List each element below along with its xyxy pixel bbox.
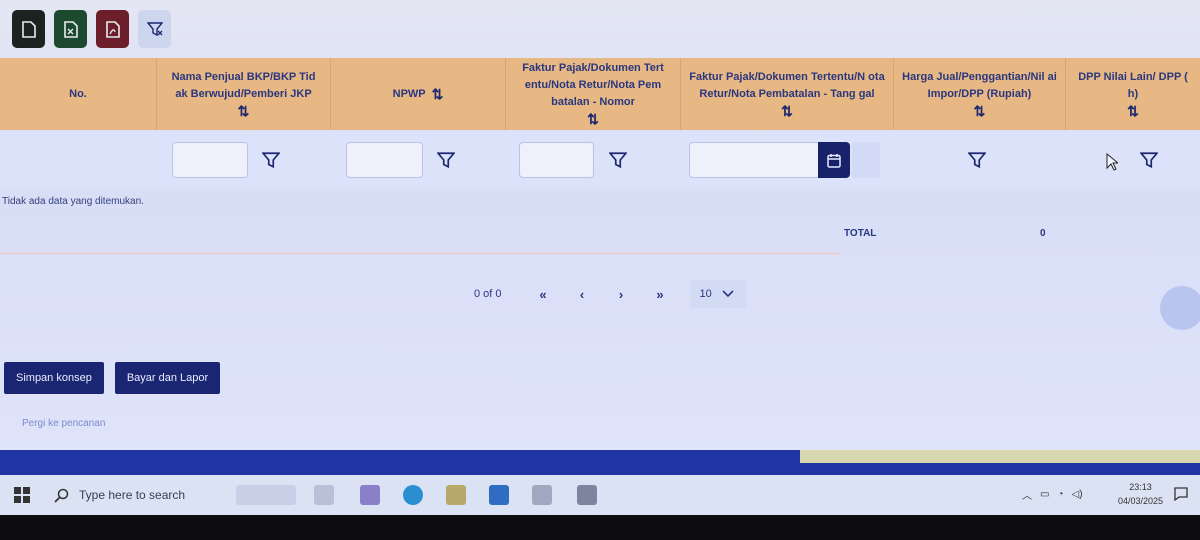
- edge-browser-icon[interactable]: [403, 485, 423, 505]
- column-label: No.: [69, 87, 87, 100]
- table-header: No. Nama Penjual BKP/BKP Tid ak Berwujud…: [0, 58, 1200, 130]
- doc-date-filter-input[interactable]: [689, 142, 819, 178]
- column-label: Harga Jual/Penggantian/Nil ai Impor/DPP …: [902, 70, 1057, 100]
- weather-widget-icon[interactable]: [236, 485, 296, 505]
- filter-icon[interactable]: [968, 151, 986, 169]
- last-page-button[interactable]: »: [641, 287, 680, 302]
- top-link[interactable]: Pergi ke pencanan: [22, 418, 105, 429]
- page-size-select[interactable]: 10: [689, 280, 746, 308]
- seller-filter-input[interactable]: [172, 142, 248, 178]
- column-header-seller[interactable]: Nama Penjual BKP/BKP Tid ak Berwujud/Pem…: [157, 58, 331, 130]
- sort-icon[interactable]: ⇅: [974, 103, 986, 120]
- pdf-icon: [105, 20, 120, 38]
- mouse-cursor-icon: [1106, 153, 1118, 171]
- column-header-sale-price[interactable]: Harga Jual/Penggantian/Nil ai Impor/DPP …: [894, 58, 1066, 130]
- doc-number-filter-input[interactable]: [519, 142, 594, 178]
- footer-band: [0, 450, 1200, 475]
- sort-icon[interactable]: ⇅: [781, 103, 793, 120]
- file-explorer-icon[interactable]: [446, 485, 466, 505]
- windows-start-icon[interactable]: [14, 487, 30, 503]
- column-header-dpp-other[interactable]: DPP Nilai Lain/ DPP ( h) ⇅: [1066, 58, 1200, 130]
- screen-bezel: [0, 515, 1200, 540]
- save-draft-button[interactable]: Simpan konsep: [4, 362, 104, 394]
- calendar-icon: [827, 153, 841, 168]
- taskbar: Type here to search ︿ ▭ ◔ ◁) 23:13 04/03…: [0, 475, 1200, 515]
- date-picker-button[interactable]: [818, 142, 850, 178]
- page-count: 0 of 0: [474, 288, 502, 300]
- clear-filter-icon: [146, 22, 163, 37]
- sort-icon[interactable]: ⇅: [1127, 103, 1139, 120]
- scroll-to-top-button[interactable]: [1160, 286, 1200, 330]
- npwp-filter-input[interactable]: [346, 142, 423, 178]
- search-placeholder: Type here to search: [79, 488, 186, 502]
- first-page-button[interactable]: «: [524, 287, 563, 302]
- date-filter-toggle[interactable]: [852, 142, 880, 178]
- copilot-icon[interactable]: [360, 485, 380, 505]
- divider: [0, 252, 840, 255]
- column-header-no: No.: [0, 58, 157, 130]
- action-bar: Simpan konsep Bayar dan Lapor: [4, 362, 221, 394]
- total-label: TOTAL: [844, 228, 877, 239]
- prev-page-button[interactable]: ‹: [563, 287, 602, 302]
- outlook-icon[interactable]: [489, 485, 509, 505]
- wifi-icon[interactable]: ◔: [1057, 489, 1063, 500]
- column-header-doc-date[interactable]: Faktur Pajak/Dokumen Tertentu/N ota Retu…: [681, 58, 894, 130]
- app-icon[interactable]: [532, 485, 552, 505]
- pagination: 0 of 0 « ‹ › » 10: [474, 280, 746, 308]
- column-header-npwp[interactable]: NPWP ⇅: [331, 58, 506, 130]
- task-view-icon[interactable]: [314, 485, 334, 505]
- sort-icon[interactable]: ⇅: [238, 103, 250, 120]
- excel-icon: [63, 20, 78, 38]
- export-pdf-button[interactable]: [96, 10, 129, 48]
- chevron-up-icon[interactable]: ︿: [1022, 487, 1032, 502]
- export-excel-button[interactable]: [54, 10, 87, 48]
- page-size-value: 10: [699, 288, 712, 300]
- notification-icon[interactable]: [1174, 487, 1188, 501]
- sort-icon[interactable]: ⇅: [432, 86, 444, 103]
- filter-icon[interactable]: [262, 151, 280, 169]
- column-label: NPWP: [392, 87, 426, 100]
- column-label: Faktur Pajak/Dokumen Tertentu/N ota Retu…: [689, 70, 885, 100]
- new-doc-icon: [21, 20, 36, 38]
- battery-icon[interactable]: ▭: [1040, 489, 1049, 500]
- next-page-button[interactable]: ›: [602, 287, 641, 302]
- clock-time: 23:13: [1129, 482, 1152, 492]
- column-label: Faktur Pajak/Dokumen Tert entu/Nota Retu…: [522, 62, 664, 108]
- chevron-down-icon: [722, 290, 734, 298]
- empty-message: Tidak ada data yang ditemukan.: [2, 196, 144, 207]
- sort-icon[interactable]: ⇅: [587, 111, 599, 128]
- clock-date: 04/03/2025: [1118, 496, 1164, 506]
- new-document-button[interactable]: [12, 10, 45, 48]
- system-tray: ︿ ▭ ◔ ◁): [1022, 487, 1083, 502]
- column-label: DPP Nilai Lain/ DPP ( h): [1078, 70, 1188, 100]
- volume-icon[interactable]: ◁): [1072, 489, 1083, 500]
- pay-and-report-button[interactable]: Bayar dan Lapor: [114, 362, 221, 394]
- toolbar: [12, 10, 171, 48]
- filter-icon[interactable]: [437, 151, 455, 169]
- search-icon: [54, 488, 69, 503]
- filter-icon[interactable]: [609, 151, 627, 169]
- filter-row: [0, 132, 1200, 188]
- calculator-icon[interactable]: [577, 485, 597, 505]
- total-value: 0: [1040, 228, 1046, 239]
- footer-accent: [800, 450, 1200, 463]
- column-header-doc-number[interactable]: Faktur Pajak/Dokumen Tert entu/Nota Retu…: [506, 58, 681, 130]
- clear-filter-button[interactable]: [138, 10, 171, 48]
- filter-icon[interactable]: [1140, 151, 1158, 169]
- column-label: Nama Penjual BKP/BKP Tid ak Berwujud/Pem…: [171, 70, 316, 100]
- clock[interactable]: 23:13 04/03/2025: [1118, 480, 1163, 508]
- app-window: No. Nama Penjual BKP/BKP Tid ak Berwujud…: [0, 0, 1200, 475]
